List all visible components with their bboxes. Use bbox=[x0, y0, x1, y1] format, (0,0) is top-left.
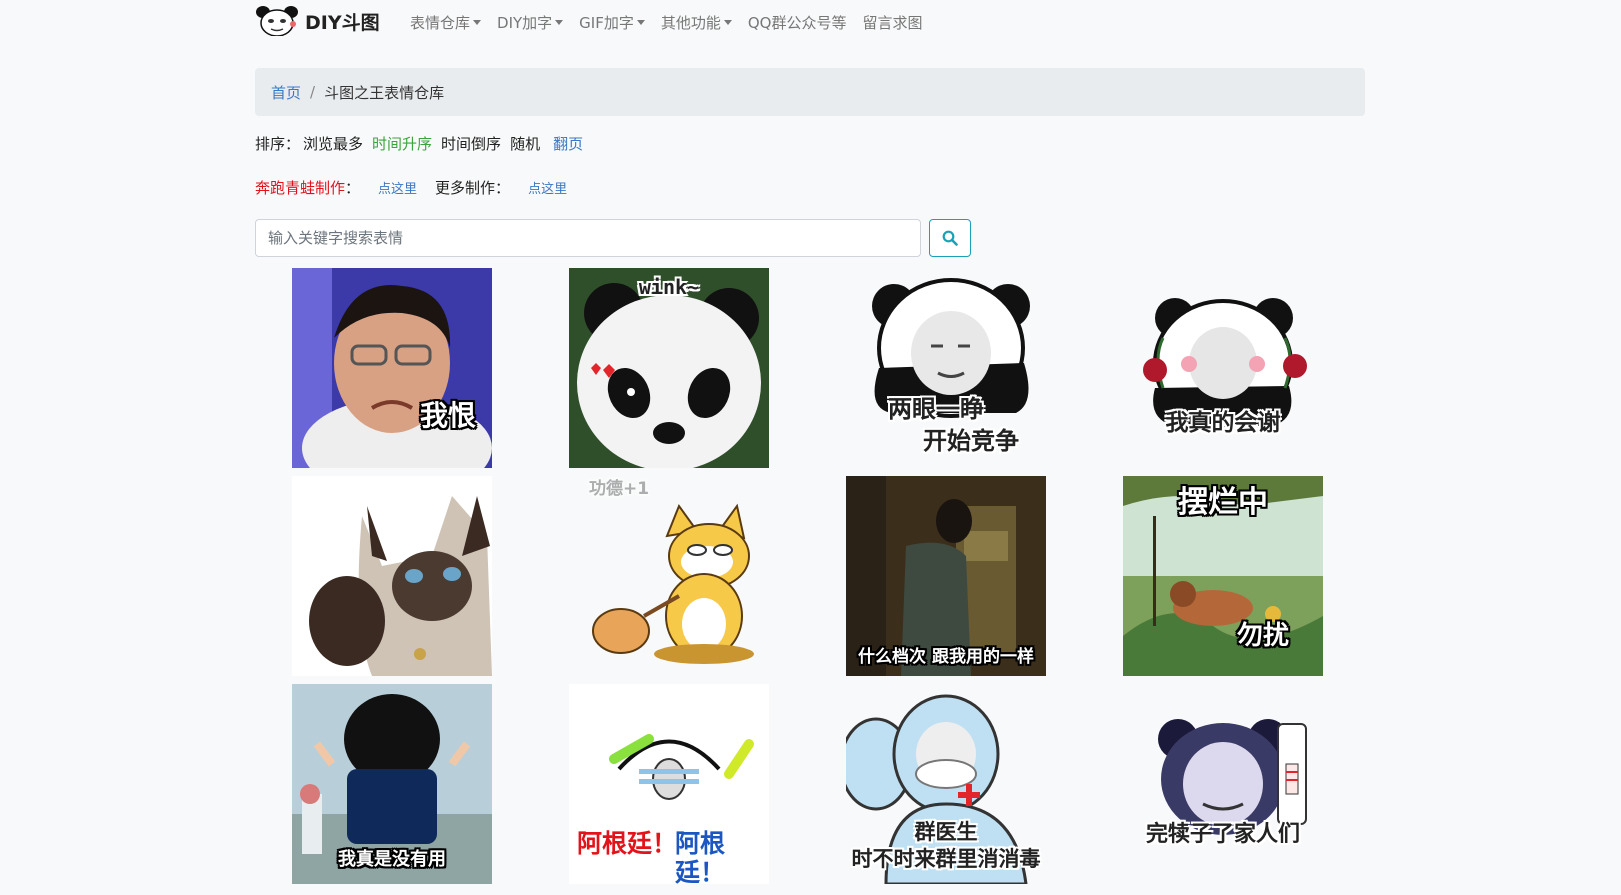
more-make-label: 更多制作： bbox=[435, 179, 511, 197]
nav-item-gif-text[interactable]: GIF加字 bbox=[571, 12, 653, 33]
meme-caption: 功德+1 bbox=[588, 479, 650, 499]
meme-caption-line1: 群医生 bbox=[914, 820, 978, 844]
meme-tile[interactable]: 我真的会谢 bbox=[1123, 268, 1323, 468]
nav-item-qq-group[interactable]: QQ群公众号等 bbox=[740, 12, 855, 33]
panda-roses-meme-image bbox=[1123, 268, 1323, 468]
meme-tile[interactable]: 两眼一睁 开始竞争 bbox=[846, 268, 1046, 468]
nav-item-message[interactable]: 留言求图 bbox=[854, 12, 930, 33]
nav-item-emoticon-warehouse[interactable]: 表情仓库 bbox=[402, 12, 489, 33]
nav-menu: 表情仓库 DIY加字 GIF加字 其他功能 QQ群公众号等 留言求图 bbox=[402, 12, 931, 33]
breadcrumb-current: 斗图之王表情仓库 bbox=[324, 83, 445, 102]
panda-logo-icon bbox=[256, 6, 298, 36]
breadcrumb-separator: / bbox=[310, 83, 316, 101]
sort-label: 排序： bbox=[255, 135, 301, 153]
sort-most-viewed[interactable]: 浏览最多 bbox=[303, 133, 363, 154]
search-button[interactable] bbox=[929, 219, 971, 257]
caret-down-icon bbox=[473, 20, 482, 25]
movie-scene-image bbox=[846, 476, 1046, 676]
meme-caption: 我恨 bbox=[420, 399, 477, 432]
shiba-merit-meme-image bbox=[569, 476, 769, 676]
breadcrumb-home-link[interactable]: 首页 bbox=[271, 82, 301, 103]
meme-caption-b: 阿根廷！ bbox=[675, 829, 726, 884]
nav-item-diy-text[interactable]: DIY加字 bbox=[489, 12, 571, 33]
meme-caption: 完犊子了家人们 bbox=[1145, 822, 1300, 847]
page-link[interactable]: 翻页 bbox=[553, 133, 583, 154]
frog-make-label: 奔跑青蛙制作 bbox=[255, 179, 346, 197]
meme-tile[interactable] bbox=[292, 476, 492, 676]
meme-caption-line2: 开始竞争 bbox=[923, 427, 1019, 455]
caret-down-icon bbox=[636, 20, 645, 25]
meme-caption-line1: 两眼一睁 bbox=[888, 395, 984, 423]
nav-item-other-functions[interactable]: 其他功能 bbox=[653, 12, 740, 33]
caret-down-icon bbox=[555, 20, 564, 25]
frog-make-colon: ： bbox=[345, 179, 361, 197]
siamese-cat-image bbox=[292, 476, 492, 676]
sort-random[interactable]: 随机 bbox=[510, 133, 540, 154]
man-photo-image bbox=[292, 268, 492, 468]
brand[interactable]: DIY斗图 bbox=[255, 6, 380, 36]
meme-tile[interactable]: 完犊子了家人们 bbox=[1123, 684, 1323, 884]
sort-time-asc[interactable]: 时间升序 bbox=[372, 133, 432, 154]
brand-name: DIY斗图 bbox=[305, 11, 380, 34]
caret-down-icon bbox=[723, 20, 732, 25]
meme-tile[interactable]: 我恨 bbox=[292, 268, 492, 468]
meme-tile[interactable]: 我真是没有用 bbox=[292, 684, 492, 884]
covid-test-panda-meme-image bbox=[1123, 684, 1323, 884]
frog-make-link[interactable]: 点这里 bbox=[378, 178, 417, 197]
meme-tile[interactable]: 群医生 时不时来群里消消毒 bbox=[846, 684, 1046, 884]
meme-tile[interactable]: wink~ bbox=[569, 268, 769, 468]
meme-tile[interactable]: 功德+1 bbox=[569, 476, 769, 676]
breadcrumb: 首页 / 斗图之王表情仓库 bbox=[255, 68, 1365, 116]
meme-caption-bottom: 勿扰 bbox=[1236, 621, 1289, 651]
meme-tile[interactable]: 什么档次 跟我用的一样 bbox=[846, 476, 1046, 676]
meme-caption-top: 摆烂中 bbox=[1178, 485, 1268, 520]
search-input[interactable] bbox=[255, 219, 921, 257]
meme-caption: 我真的会谢 bbox=[1165, 410, 1281, 436]
meme-tile[interactable]: 摆烂中 勿扰 bbox=[1123, 476, 1323, 676]
navbar: DIY斗图 表情仓库 DIY加字 GIF加字 其他功能 QQ群公众号等 留言求图 bbox=[255, 0, 1365, 46]
search-icon bbox=[942, 230, 958, 246]
make-row: 奔跑青蛙制作 ： 点这里 更多制作： 点这里 bbox=[255, 177, 585, 198]
meme-tile[interactable]: 阿根廷！ 阿根廷！ bbox=[569, 684, 769, 884]
meme-caption: 我真是没有用 bbox=[338, 849, 446, 870]
meme-caption-line2: 时不时来群里消消毒 bbox=[851, 847, 1041, 871]
sort-time-desc[interactable]: 时间倒序 bbox=[441, 133, 501, 154]
sort-row: 排序： 浏览最多 时间升序 时间倒序 随机 翻页 bbox=[255, 133, 583, 154]
more-make-link[interactable]: 点这里 bbox=[528, 178, 567, 197]
meme-caption: 什么档次 跟我用的一样 bbox=[858, 647, 1034, 667]
meme-caption: wink~ bbox=[638, 275, 700, 299]
